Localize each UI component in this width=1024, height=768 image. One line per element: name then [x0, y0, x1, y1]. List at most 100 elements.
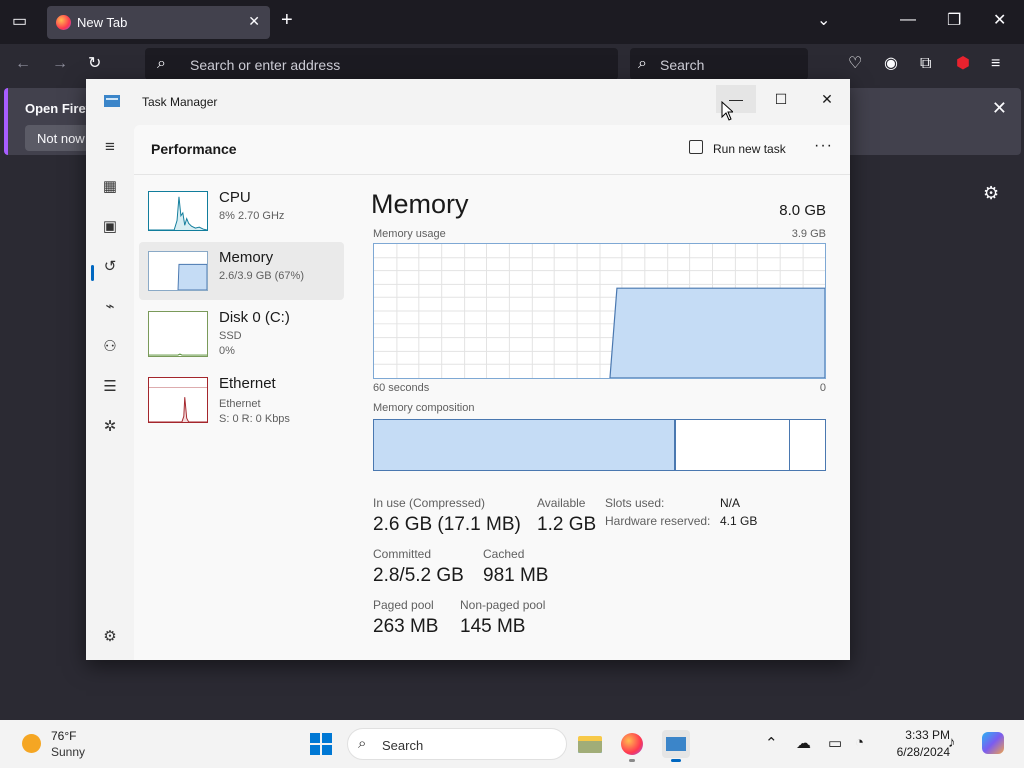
- start-tile: [322, 745, 332, 755]
- performance-icon[interactable]: ▣: [100, 217, 120, 237]
- memory-composition-bar: [373, 419, 826, 471]
- display-icon[interactable]: ▭: [828, 734, 842, 752]
- memory-composition-label: Memory composition: [373, 402, 475, 414]
- memory-usage-area: [609, 287, 825, 378]
- composition-in-use: [374, 420, 676, 470]
- resource-detail: Ethernet: [219, 398, 261, 410]
- browser-close-icon[interactable]: ✕: [993, 13, 1006, 29]
- extensions-icon[interactable]: ⧉: [920, 56, 931, 72]
- hamburger-icon[interactable]: ≡: [100, 137, 120, 157]
- browser-restore-icon[interactable]: ❐: [947, 13, 961, 29]
- taskbar-search[interactable]: ⌕ Search: [347, 728, 567, 760]
- resource-item-memory[interactable]: Memory 2.6/3.9 GB (67%): [139, 242, 344, 300]
- maximize-button[interactable]: ☐: [761, 85, 801, 113]
- copilot-icon[interactable]: [982, 732, 1004, 754]
- resource-item-disk[interactable]: Disk 0 (C:) SSD 0%: [139, 302, 344, 360]
- details-icon[interactable]: ☰: [100, 377, 120, 397]
- address-bar[interactable]: ⌕ Search or enter address: [145, 48, 618, 80]
- non-paged-pool-value: 145 MB: [460, 616, 526, 637]
- tab-list-icon[interactable]: ▭: [12, 14, 27, 30]
- memory-thumbnail: [148, 251, 208, 291]
- resource-detail: 8% 2.70 GHz: [219, 210, 285, 222]
- composition-standby: [676, 420, 790, 470]
- search-icon: ⌕: [638, 55, 647, 72]
- resource-detail: 2.6/3.9 GB (67%): [219, 270, 304, 282]
- notification-bell-icon[interactable]: ♪: [948, 734, 956, 751]
- task-manager-taskbar-icon[interactable]: [662, 730, 690, 762]
- file-explorer-icon[interactable]: [576, 730, 604, 758]
- non-paged-pool-label: Non-paged pool: [460, 598, 546, 612]
- notification-close-icon[interactable]: ✕: [992, 98, 1007, 119]
- task-manager-titlebar[interactable]: Task Manager — ☐ ✕: [86, 79, 850, 125]
- tab-title: New Tab: [77, 15, 128, 30]
- cached-label: Cached: [483, 547, 525, 561]
- resource-name: Ethernet: [219, 375, 276, 392]
- menu-icon[interactable]: ≡: [991, 56, 1000, 72]
- processes-icon[interactable]: ▦: [100, 177, 120, 197]
- resource-name: CPU: [219, 189, 251, 206]
- new-tab-button[interactable]: +: [281, 10, 293, 30]
- resource-detail: SSD: [219, 330, 242, 342]
- resource-name: Disk 0 (C:): [219, 309, 290, 326]
- firefox-favicon-icon: [56, 15, 71, 30]
- performance-panel: Performance Run new task ··· CPU 8% 2.70…: [134, 125, 850, 660]
- resource-item-cpu[interactable]: CPU 8% 2.70 GHz: [139, 182, 344, 240]
- search-icon: ⌕: [358, 735, 367, 752]
- active-indicator: [671, 759, 681, 762]
- users-icon[interactable]: ⚇: [100, 337, 120, 357]
- browser-minimize-icon[interactable]: —: [900, 12, 916, 28]
- ublock-icon[interactable]: ⬢: [956, 56, 970, 72]
- tab-new-tab[interactable]: New Tab ✕: [47, 6, 270, 39]
- chevron-down-icon[interactable]: ⌄: [817, 13, 830, 29]
- settings-icon[interactable]: ⚙: [100, 627, 120, 647]
- sound-icon[interactable]: ◔: [855, 734, 864, 751]
- clock-time[interactable]: 3:33 PM: [890, 728, 950, 742]
- active-nav-indicator: [91, 265, 94, 281]
- forward-icon[interactable]: →: [52, 56, 68, 72]
- page-settings-gear-icon[interactable]: ⚙: [983, 183, 999, 204]
- app-history-icon[interactable]: ↺: [100, 257, 120, 277]
- weather-sun-icon[interactable]: [22, 734, 41, 753]
- resource-detail: 0%: [219, 345, 235, 357]
- firefox-taskbar-icon[interactable]: [618, 730, 646, 762]
- weather-condition[interactable]: Sunny: [51, 745, 85, 759]
- startup-apps-icon[interactable]: ⌁: [100, 297, 120, 317]
- more-options-button[interactable]: ···: [814, 137, 833, 155]
- tab-close-button[interactable]: ✕: [248, 13, 260, 30]
- mouse-cursor: [721, 101, 733, 121]
- resource-item-ethernet[interactable]: Ethernet Ethernet S: 0 R: 0 Kbps: [139, 368, 344, 426]
- paged-pool-label: Paged pool: [373, 598, 434, 612]
- services-icon[interactable]: ✲: [100, 417, 120, 437]
- clock-date[interactable]: 6/28/2024: [880, 745, 950, 759]
- show-hidden-icons-icon[interactable]: ⌃: [765, 734, 778, 752]
- composition-free: [790, 420, 825, 470]
- network-icon[interactable]: ☁: [796, 734, 811, 752]
- search-bar[interactable]: ⌕ Search: [630, 48, 808, 80]
- taskbar-search-placeholder: Search: [382, 738, 424, 753]
- cached-value: 981 MB: [483, 565, 549, 586]
- run-task-icon: [689, 140, 703, 154]
- pocket-icon[interactable]: ♡: [848, 56, 862, 72]
- disk-thumbnail: [148, 311, 208, 357]
- memory-usage-max: 3.9 GB: [791, 228, 826, 240]
- reload-icon[interactable]: ↻: [88, 56, 101, 72]
- available-value: 1.2 GB: [537, 514, 597, 535]
- memory-heading: Memory: [371, 189, 469, 219]
- memory-total: 8.0 GB: [779, 202, 826, 219]
- committed-value: 2.8/5.2 GB: [373, 565, 464, 586]
- account-icon[interactable]: ◉: [884, 56, 898, 72]
- start-button[interactable]: [310, 733, 332, 755]
- ethernet-thumbnail: [148, 377, 208, 423]
- weather-temperature[interactable]: 76°F: [51, 729, 76, 743]
- memory-usage-graph: [373, 243, 826, 379]
- time-axis-right: 0: [819, 382, 826, 394]
- start-tile: [322, 733, 332, 743]
- back-icon[interactable]: ←: [15, 56, 31, 72]
- browser-tab-bar: ▭ New Tab ✕ + ⌄ — ❐ ✕: [0, 0, 1024, 44]
- close-button[interactable]: ✕: [807, 85, 847, 113]
- in-use-label: In use (Compressed): [373, 496, 486, 510]
- run-new-task-label: Run new task: [713, 142, 786, 156]
- task-manager-nav: ≡ ▦ ▣ ↺ ⌁ ⚇ ☰ ✲ ⚙: [86, 125, 134, 660]
- windows-taskbar: 76°F Sunny ⌕ Search ⌃ ☁ ▭ ◔ 3:33 PM 6/28…: [0, 720, 1024, 768]
- paged-pool-value: 263 MB: [373, 616, 439, 637]
